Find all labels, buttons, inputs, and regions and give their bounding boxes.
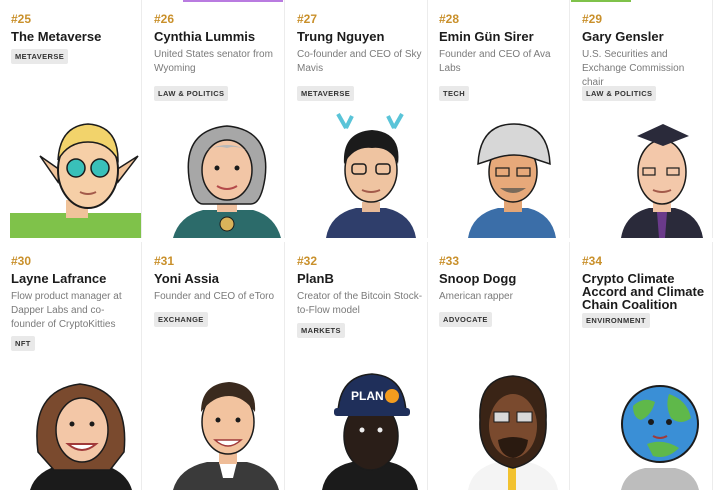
person-name: Crypto Climate Accord and Climate Chain … [582, 271, 705, 312]
foil-hat-avatar-icon [468, 123, 556, 238]
person-card-25[interactable]: #25 The Metaverse METAVERSE [0, 0, 142, 238]
top-accent [571, 0, 631, 2]
cap-text: PLAN [351, 389, 384, 403]
senator-avatar-icon [173, 125, 281, 238]
person-name: The Metaverse [11, 29, 102, 44]
rank-number: #27 [297, 12, 318, 26]
category-tag[interactable]: EXCHANGE [154, 312, 208, 327]
rank-number: #32 [297, 254, 318, 268]
rank-number: #31 [154, 254, 175, 268]
rank-number: #33 [439, 254, 460, 268]
person-card-30[interactable]: #30 Layne Lafrance Flow product manager … [0, 242, 142, 490]
person-name: Gary Gensler [582, 29, 664, 44]
person-description: U.S. Securities and Exchange Commission … [582, 49, 685, 88]
earth-head-avatar-icon [621, 385, 699, 490]
bitcoin-icon [385, 389, 399, 403]
category-tag[interactable]: NFT [11, 336, 35, 351]
elf-avatar-icon [10, 123, 141, 238]
person-card-31[interactable]: #31 Yoni Assia Founder and CEO of eToro … [143, 242, 285, 490]
smiling-woman-avatar-icon [30, 383, 132, 490]
person-name: Cynthia Lummis [154, 29, 256, 44]
person-card-26[interactable]: #26 Cynthia Lummis United States senator… [143, 0, 285, 238]
person-name: PlanB [297, 271, 334, 286]
rank-number: #29 [582, 12, 603, 26]
top-accent [183, 0, 283, 2]
person-card-32[interactable]: #32 PlanB Creator of the Bitcoin Stock-t… [286, 242, 428, 490]
person-card-28[interactable]: #28 Emin Gün Sirer Founder and CEO of Av… [428, 0, 570, 238]
planb-cap-avatar-icon: PLAN [322, 373, 418, 490]
person-card-34[interactable]: #34 Crypto Climate Accord and Climate Ch… [571, 242, 713, 490]
person-description: Creator of the Bitcoin Stock-to-Flow mod… [297, 291, 423, 316]
person-card-33[interactable]: #33 Snoop Dogg American rapper ADVOCATE [428, 242, 570, 490]
rank-number: #30 [11, 254, 32, 268]
person-description: Flow product manager at Dapper Labs and … [11, 291, 122, 330]
category-tag[interactable]: ADVOCATE [439, 312, 492, 327]
person-name: Emin Gün Sirer [439, 29, 534, 44]
person-name: Snoop Dogg [439, 271, 517, 286]
category-tag[interactable]: LAW & POLITICS [582, 86, 657, 101]
people-grid: #25 The Metaverse METAVERSE #26 Cynthia … [0, 0, 713, 490]
category-tag[interactable]: TECH [439, 86, 470, 101]
antler-avatar-icon [326, 113, 416, 238]
person-name: Layne Lafrance [11, 271, 107, 286]
person-name: Yoni Assia [154, 271, 220, 286]
rank-number: #34 [582, 254, 603, 268]
person-card-29[interactable]: #29 Gary Gensler U.S. Securities and Exc… [571, 0, 713, 238]
person-description: Founder and CEO of eToro [154, 291, 275, 302]
category-tag[interactable]: ENVIRONMENT [582, 313, 650, 328]
person-card-27[interactable]: #27 Trung Nguyen Co-founder and CEO of S… [286, 0, 428, 238]
person-description: Co-founder and CEO of Sky Mavis [297, 49, 422, 74]
graduate-avatar-icon [621, 124, 703, 238]
category-tag[interactable]: METAVERSE [297, 86, 355, 101]
rank-number: #25 [11, 12, 32, 26]
suit-man-avatar-icon [173, 382, 279, 490]
rank-number: #28 [439, 12, 460, 26]
category-tag[interactable]: MARKETS [297, 323, 345, 338]
rank-number: #26 [154, 12, 175, 26]
person-description: Founder and CEO of Ava Labs [439, 49, 551, 74]
category-tag[interactable]: LAW & POLITICS [154, 86, 229, 101]
person-description: United States senator from Wyoming [154, 49, 273, 74]
rapper-avatar-icon [468, 375, 558, 490]
person-description: American rapper [439, 291, 513, 302]
person-name: Trung Nguyen [297, 29, 385, 44]
category-tag[interactable]: METAVERSE [11, 49, 69, 64]
